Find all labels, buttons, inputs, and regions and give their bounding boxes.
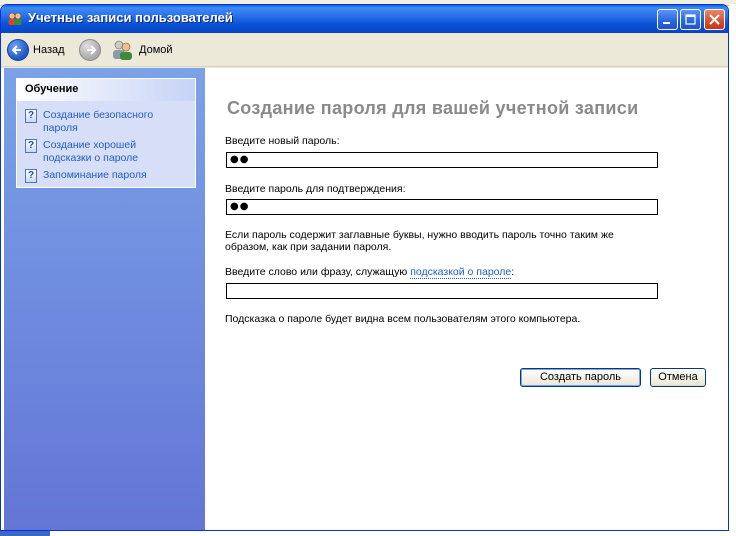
cancel-button[interactable]: Отмена <box>650 368 706 387</box>
forward-button[interactable] <box>79 37 101 63</box>
taskbar-fragment <box>0 531 50 536</box>
page-title: Создание пароля для вашей учетной записи <box>227 98 639 118</box>
desktop-edge <box>729 4 736 536</box>
hint-visibility-note: Подсказка о пароле будет видна всем поль… <box>225 313 581 325</box>
maximize-button[interactable] <box>680 9 701 30</box>
learn-about-panel: Обучение ? Создание безопасного пароля ?… <box>16 78 196 188</box>
confirm-password-label: Введите пароль для подтверждения: <box>225 183 406 195</box>
help-question-icon: ? <box>25 139 37 153</box>
hint-label: Введите слово или фразу, служащую подска… <box>225 266 515 279</box>
learn-item-good-hint[interactable]: ? Создание хорошей подсказки о пароле <box>25 139 138 165</box>
content-area: Обучение ? Создание безопасного пароля ?… <box>1 68 728 530</box>
create-password-button[interactable]: Создать пароль <box>520 368 641 387</box>
learn-item-secure-password[interactable]: ? Создание безопасного пароля <box>25 109 153 135</box>
new-password-label: Введите новый пароль: <box>225 135 340 147</box>
help-question-icon: ? <box>25 169 37 183</box>
confirm-password-field[interactable]: ●● <box>226 199 658 215</box>
minimize-button[interactable] <box>657 9 678 30</box>
navigation-toolbar: Назад Домой <box>1 33 728 67</box>
close-button[interactable] <box>704 9 725 30</box>
user-accounts-window: Учетные записи пользователей Назад Домой… <box>0 4 729 531</box>
title-bar[interactable]: Учетные записи пользователей <box>1 5 728 33</box>
window-title: Учетные записи пользователей <box>28 10 233 25</box>
home-label: Домой <box>139 44 173 56</box>
home-button[interactable]: Домой <box>111 37 173 63</box>
task-pane: Обучение ? Создание безопасного пароля ?… <box>4 68 205 530</box>
new-password-field[interactable]: ●● <box>226 152 658 168</box>
back-button[interactable]: Назад <box>7 37 65 63</box>
users-home-icon <box>111 39 135 61</box>
desktop-bottom <box>0 531 736 536</box>
learn-item-remember-password[interactable]: ? Запоминание пароля <box>25 169 147 183</box>
back-label: Назад <box>33 44 65 56</box>
caps-note-line1: Если пароль содержит заглавные буквы, ну… <box>225 229 614 241</box>
password-hint-field[interactable] <box>226 283 658 299</box>
users-icon <box>7 11 23 27</box>
password-hint-link[interactable]: подсказкой о пароле <box>410 266 512 279</box>
caps-note-line2: образом, как при задании пароля. <box>225 241 392 253</box>
learn-panel-header: Обучение <box>17 79 195 101</box>
back-arrow-icon <box>7 39 29 61</box>
help-question-icon: ? <box>25 109 37 123</box>
forward-arrow-icon <box>79 39 101 61</box>
